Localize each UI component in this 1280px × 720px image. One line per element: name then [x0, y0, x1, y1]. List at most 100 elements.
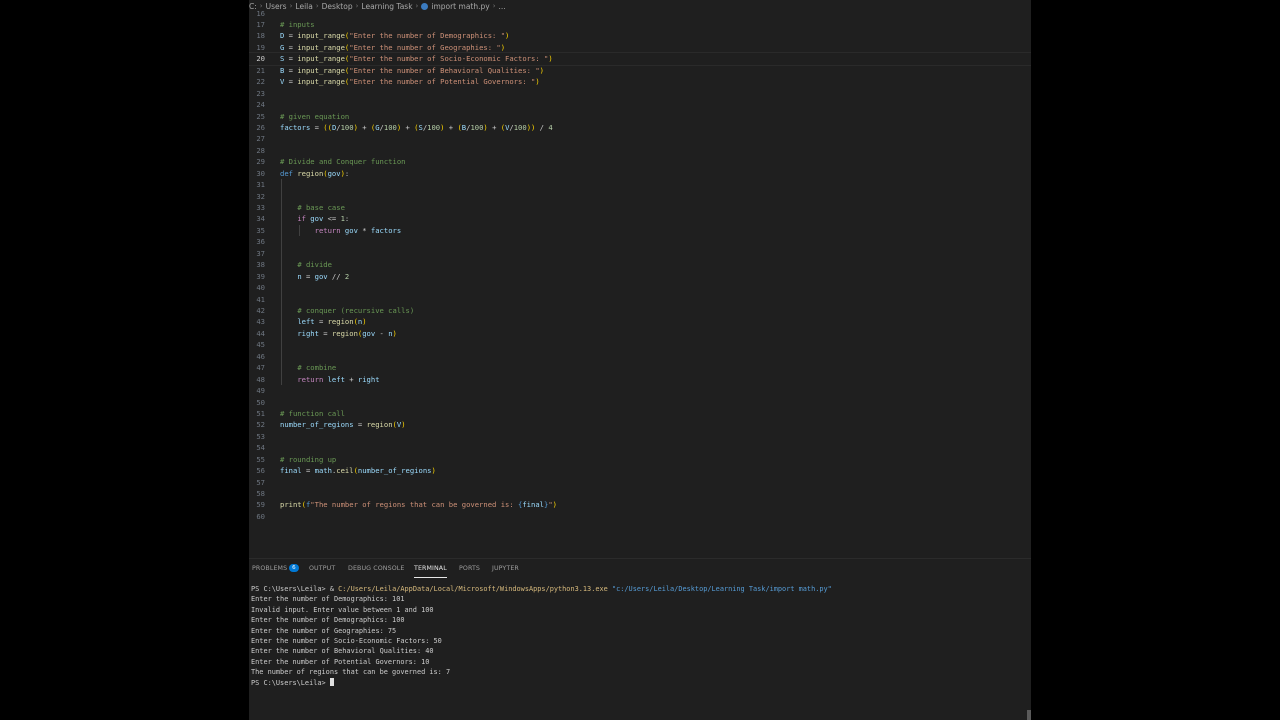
terminal-prompt: PS C:\Users\Leila> [251, 678, 330, 687]
tab-ports[interactable]: PORTS [459, 563, 480, 577]
code-line[interactable]: 53 [249, 431, 1031, 442]
line-number: 59 [256, 500, 265, 510]
code-line[interactable]: 57 [249, 477, 1031, 488]
terminal-scrollbar[interactable] [1027, 710, 1031, 720]
code-line[interactable]: 27 [249, 133, 1031, 144]
code-text: if gov <= 1: [297, 214, 350, 224]
terminal-script-arg: "c:/Users/Leila/Desktop/Learning Task/im… [611, 585, 832, 593]
code-line[interactable]: 23 [249, 88, 1031, 99]
code-text: left = region(n) [297, 317, 367, 327]
code-line[interactable]: 40 [249, 282, 1031, 293]
terminal-line: Invalid input. Enter value between 1 and… [251, 605, 434, 614]
code-text: # base case [297, 203, 345, 213]
terminal-final-prompt-line: PS C:\Users\Leila> [251, 677, 1031, 688]
tab-debug-console[interactable]: DEBUG CONSOLE [348, 563, 404, 577]
code-line[interactable]: 51 # function call [249, 408, 1031, 419]
line-number: 52 [256, 420, 265, 430]
code-line[interactable]: 47 # combine [249, 362, 1031, 373]
code-text: # function call [280, 408, 345, 418]
line-number: 38 [256, 260, 265, 270]
code-text: factors = ((D/100) + (G/100) + (S/100) +… [280, 122, 553, 132]
code-line[interactable]: 49 [249, 385, 1031, 396]
code-line[interactable]: 45 [249, 339, 1031, 350]
code-text: return left + right [297, 374, 380, 384]
code-line[interactable]: 29 # Divide and Conquer function [249, 156, 1031, 167]
code-editor[interactable]: 16 17 # inputs 18 D = input_range("Enter the… [249, 9, 1031, 556]
code-text: S = input_range("Enter the number of Soc… [280, 54, 553, 64]
line-number: 29 [256, 157, 265, 167]
tab-problems-label: PROBLEMS [252, 565, 288, 572]
code-line[interactable]: 50 [249, 397, 1031, 408]
line-number: 27 [256, 134, 265, 144]
indent-guide [299, 224, 300, 237]
code-line[interactable]: 22 V = input_range("Enter the number of P… [249, 76, 1031, 87]
code-line[interactable]: 42 # conquer (recursive calls) [249, 305, 1031, 316]
tab-output[interactable]: OUTPUT [309, 563, 335, 577]
line-number: 57 [256, 477, 265, 487]
terminal-call-operator: & [329, 585, 339, 593]
code-text: print(f"The number of regions that can b… [280, 500, 557, 510]
tab-terminal[interactable]: TERMINAL [414, 563, 447, 578]
line-number: 56 [256, 466, 265, 476]
code-line[interactable]: 58 [249, 488, 1031, 499]
code-line[interactable]: 30 def region(gov): [249, 168, 1031, 179]
code-line[interactable]: 25 # given equation [249, 111, 1031, 122]
code-text: number_of_regions = region(V) [280, 420, 406, 430]
code-line[interactable]: 31 [249, 179, 1031, 190]
tab-problems[interactable]: PROBLEMS 6 [252, 563, 299, 577]
code-line[interactable]: 60 [249, 511, 1031, 522]
code-line[interactable]: 33 # base case [249, 202, 1031, 213]
line-number: 48 [256, 374, 265, 384]
line-number: 31 [256, 180, 265, 190]
code-text: # Divide and Conquer function [280, 157, 406, 167]
line-number: 45 [256, 340, 265, 350]
code-text: D = input_range("Enter the number of Dem… [280, 31, 510, 41]
code-line[interactable]: 36 [249, 236, 1031, 247]
code-line[interactable]: 56 final = math.ceil(number_of_regions) [249, 465, 1031, 476]
code-text: B = input_range("Enter the number of Beh… [280, 65, 544, 75]
code-line[interactable]: 52 number_of_regions = region(V) [249, 419, 1031, 430]
line-number: 44 [256, 328, 265, 338]
line-number: 55 [256, 454, 265, 464]
code-line[interactable]: 19 G = input_range("Enter the number of G… [249, 42, 1031, 53]
code-line[interactable]: 59 print(f"The number of regions that can… [249, 499, 1031, 510]
line-number: 41 [256, 294, 265, 304]
terminal-output[interactable]: PS C:\Users\Leila> & C:/Users/Leila/AppD… [251, 584, 1031, 694]
line-number: 54 [256, 443, 265, 453]
code-line[interactable]: 55 # rounding up [249, 454, 1031, 465]
code-line[interactable]: 28 [249, 145, 1031, 156]
code-line[interactable]: 34 if gov <= 1: [249, 213, 1031, 224]
code-line[interactable]: 32 [249, 191, 1031, 202]
code-text: final = math.ceil(number_of_regions) [280, 466, 436, 476]
code-line[interactable]: 35 return gov * factors [249, 225, 1031, 236]
code-line[interactable]: 37 [249, 248, 1031, 259]
terminal-line: Enter the number of Geographies: 75 [251, 626, 397, 635]
code-text: V = input_range("Enter the number of Pot… [280, 77, 540, 87]
line-number: 25 [256, 111, 265, 121]
code-line[interactable]: 21 B = input_range("Enter the number of B… [249, 65, 1031, 76]
code-line[interactable]: 39 n = gov // 2 [249, 271, 1031, 282]
code-line[interactable]: 46 [249, 351, 1031, 362]
code-line[interactable]: 44 right = region(gov - n) [249, 328, 1031, 339]
code-text: # combine [297, 363, 337, 373]
code-line[interactable]: 17 # inputs [249, 19, 1031, 30]
line-number: 43 [256, 317, 265, 327]
code-text: n = gov // 2 [297, 271, 350, 281]
code-line[interactable]: 24 [249, 99, 1031, 110]
code-line[interactable]: 38 # divide [249, 259, 1031, 270]
code-line[interactable]: 54 [249, 442, 1031, 453]
terminal-line: Enter the number of Demographics: 100 [251, 616, 405, 625]
code-line[interactable]: 41 [249, 294, 1031, 305]
line-number: 23 [256, 88, 265, 98]
terminal-command-line: PS C:\Users\Leila> & C:/Users/Leila/AppD… [251, 584, 1031, 594]
code-line-active[interactable]: 20 S = input_range("Enter the number of S… [249, 52, 1031, 66]
code-line[interactable]: 26 factors = ((D/100) + (G/100) + (S/100)… [249, 122, 1031, 133]
code-line[interactable]: 48 return left + right [249, 374, 1031, 385]
line-number: 26 [256, 122, 265, 132]
code-text: # rounding up [280, 454, 337, 464]
code-line[interactable]: 43 left = region(n) [249, 316, 1031, 327]
code-line[interactable]: 18 D = input_range("Enter the number of D… [249, 30, 1031, 41]
code-text: # inputs [280, 20, 315, 29]
line-number: 22 [256, 77, 265, 87]
tab-jupyter[interactable]: JUPYTER [492, 563, 519, 577]
